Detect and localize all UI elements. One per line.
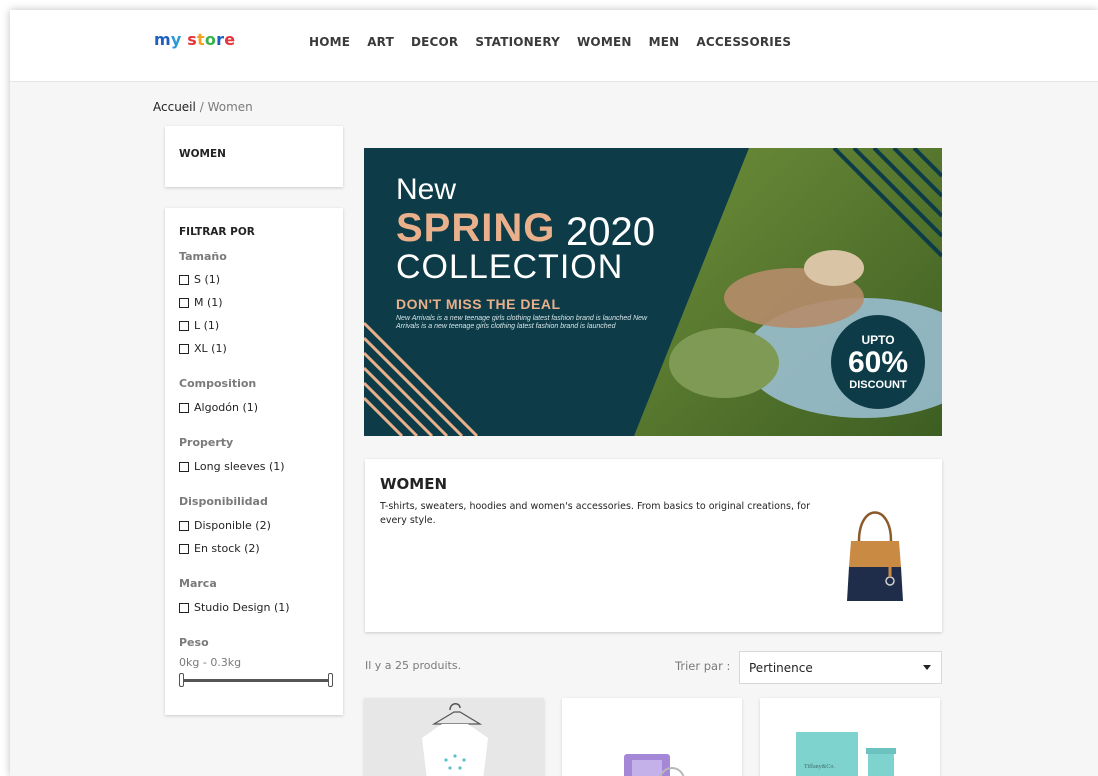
breadcrumb: Accueil / Women bbox=[153, 100, 253, 114]
product-image-sweater bbox=[422, 703, 488, 776]
checkbox-icon[interactable] bbox=[179, 274, 189, 285]
filter-option-label: XL (1) bbox=[194, 342, 227, 355]
filter-option[interactable]: Long sleeves (1) bbox=[179, 460, 285, 473]
sort-select[interactable]: Pertinence bbox=[739, 651, 942, 684]
badge-discount: DISCOUNT bbox=[849, 379, 907, 391]
filter-option[interactable]: M (1) bbox=[179, 296, 223, 309]
weight-range-label: 0kg - 0.3kg bbox=[179, 656, 242, 669]
main-nav: HOME ART DECOR STATIONERY WOMEN MEN ACCE… bbox=[309, 35, 808, 49]
banner-collection: COLLECTION bbox=[396, 248, 624, 286]
filter-group-title: Disponibilidad bbox=[179, 495, 268, 508]
product-card[interactable]: Tiffany&Co. bbox=[760, 698, 940, 776]
logo-letter: r bbox=[216, 30, 225, 49]
checkbox-icon[interactable] bbox=[179, 543, 189, 554]
sort-label: Trier par : bbox=[675, 659, 731, 673]
nav-item-stationery[interactable]: STATIONERY bbox=[475, 35, 560, 49]
nav-item-decor[interactable]: DECOR bbox=[411, 35, 458, 49]
filter-option-label: L (1) bbox=[194, 319, 220, 332]
nav-item-women[interactable]: WOMEN bbox=[577, 35, 632, 49]
page-frame: my store HOME ART DECOR STATIONERY WOMEN… bbox=[10, 10, 1098, 776]
badge-percent: 60% bbox=[847, 346, 909, 379]
filter-group-title: Property bbox=[179, 436, 234, 449]
filter-group-title: Marca bbox=[179, 577, 217, 590]
filter-option[interactable]: XL (1) bbox=[179, 342, 227, 355]
weight-range-slider[interactable] bbox=[179, 673, 333, 687]
filter-option[interactable]: L (1) bbox=[179, 319, 219, 332]
checkbox-icon[interactable] bbox=[179, 602, 189, 613]
filter-group-title: Peso bbox=[179, 636, 209, 649]
banner-new: New bbox=[396, 173, 457, 206]
chevron-down-icon bbox=[923, 665, 931, 670]
product-card[interactable] bbox=[364, 698, 544, 776]
checkbox-icon[interactable] bbox=[179, 520, 189, 531]
logo-letter: e bbox=[224, 30, 236, 49]
category-tree-box: WOMEN bbox=[165, 126, 343, 187]
nav-item-home[interactable]: HOME bbox=[309, 35, 350, 49]
tote-bag-image bbox=[847, 511, 903, 601]
logo-letter: o bbox=[204, 30, 217, 49]
filter-option-label: M (1) bbox=[194, 296, 223, 309]
filter-group-title: Tamaño bbox=[179, 250, 227, 263]
category-banner[interactable]: New SPRING 2020 COLLECTION DON'T MISS TH… bbox=[364, 148, 942, 436]
logo-letter: s bbox=[187, 30, 198, 49]
nav-item-art[interactable]: ART bbox=[367, 35, 394, 49]
filter-option-label: Algodón (1) bbox=[194, 401, 259, 414]
filter-option[interactable]: En stock (2) bbox=[179, 542, 260, 555]
filter-option[interactable]: Studio Design (1) bbox=[179, 601, 290, 614]
range-handle-icon[interactable] bbox=[179, 673, 184, 687]
category-text: T-shirts, sweaters, hoodies and women's … bbox=[380, 501, 811, 526]
nav-item-accessories[interactable]: ACCESSORIES bbox=[696, 35, 791, 49]
checkbox-icon[interactable] bbox=[179, 461, 189, 472]
breadcrumb-current: Women bbox=[207, 100, 253, 114]
filter-option[interactable]: Disponible (2) bbox=[179, 519, 271, 532]
banner-spring: SPRING bbox=[396, 206, 556, 250]
filter-option-label: Disponible (2) bbox=[194, 519, 271, 532]
logo-letter: y bbox=[170, 30, 182, 49]
product-card[interactable] bbox=[562, 698, 742, 776]
filters-panel: FILTRAR POR Tamaño S (1) M (1) L (1) XL … bbox=[165, 208, 343, 715]
nav-item-men[interactable]: MEN bbox=[649, 35, 680, 49]
breadcrumb-home[interactable]: Accueil bbox=[153, 100, 196, 114]
tiffany-label: Tiffany&Co. bbox=[804, 764, 835, 770]
filters-title: FILTRAR POR bbox=[179, 226, 255, 238]
product-count: Il y a 25 produits. bbox=[365, 659, 462, 672]
range-handle-icon[interactable] bbox=[328, 673, 333, 687]
filter-option-label: S (1) bbox=[194, 273, 221, 286]
product-image-tiffany bbox=[796, 732, 896, 776]
breadcrumb-separator: / bbox=[199, 100, 204, 114]
banner-deal: DON'T MISS THE DEAL bbox=[396, 296, 561, 312]
filter-option-label: Long sleeves (1) bbox=[194, 460, 285, 473]
badge-upto: UPTO bbox=[861, 333, 895, 347]
product-image-gem bbox=[624, 754, 685, 776]
filter-group-title: Composition bbox=[179, 377, 257, 390]
filter-option-label: En stock (2) bbox=[194, 542, 260, 555]
category-description: WOMEN T-shirts, sweaters, hoodies and wo… bbox=[365, 459, 942, 632]
category-tree-title[interactable]: WOMEN bbox=[179, 148, 226, 160]
checkbox-icon[interactable] bbox=[179, 297, 189, 308]
site-header: my store HOME ART DECOR STATIONERY WOMEN… bbox=[10, 10, 1098, 82]
sort-value: Pertinence bbox=[749, 661, 813, 675]
logo-letter: t bbox=[197, 30, 205, 49]
store-logo[interactable]: my store bbox=[154, 30, 235, 49]
checkbox-icon[interactable] bbox=[179, 402, 189, 413]
logo-letter: m bbox=[154, 30, 171, 49]
checkbox-icon[interactable] bbox=[179, 343, 189, 354]
filter-option-label: Studio Design (1) bbox=[194, 601, 290, 614]
filter-option[interactable]: S (1) bbox=[179, 273, 220, 286]
checkbox-icon[interactable] bbox=[179, 320, 189, 331]
category-title: WOMEN bbox=[380, 475, 448, 493]
filter-option[interactable]: Algodón (1) bbox=[179, 401, 258, 414]
discount-badge: UPTO 60% DISCOUNT bbox=[831, 315, 925, 409]
banner-tagline: New Arrivals is a new teenage girls clot… bbox=[396, 315, 648, 330]
